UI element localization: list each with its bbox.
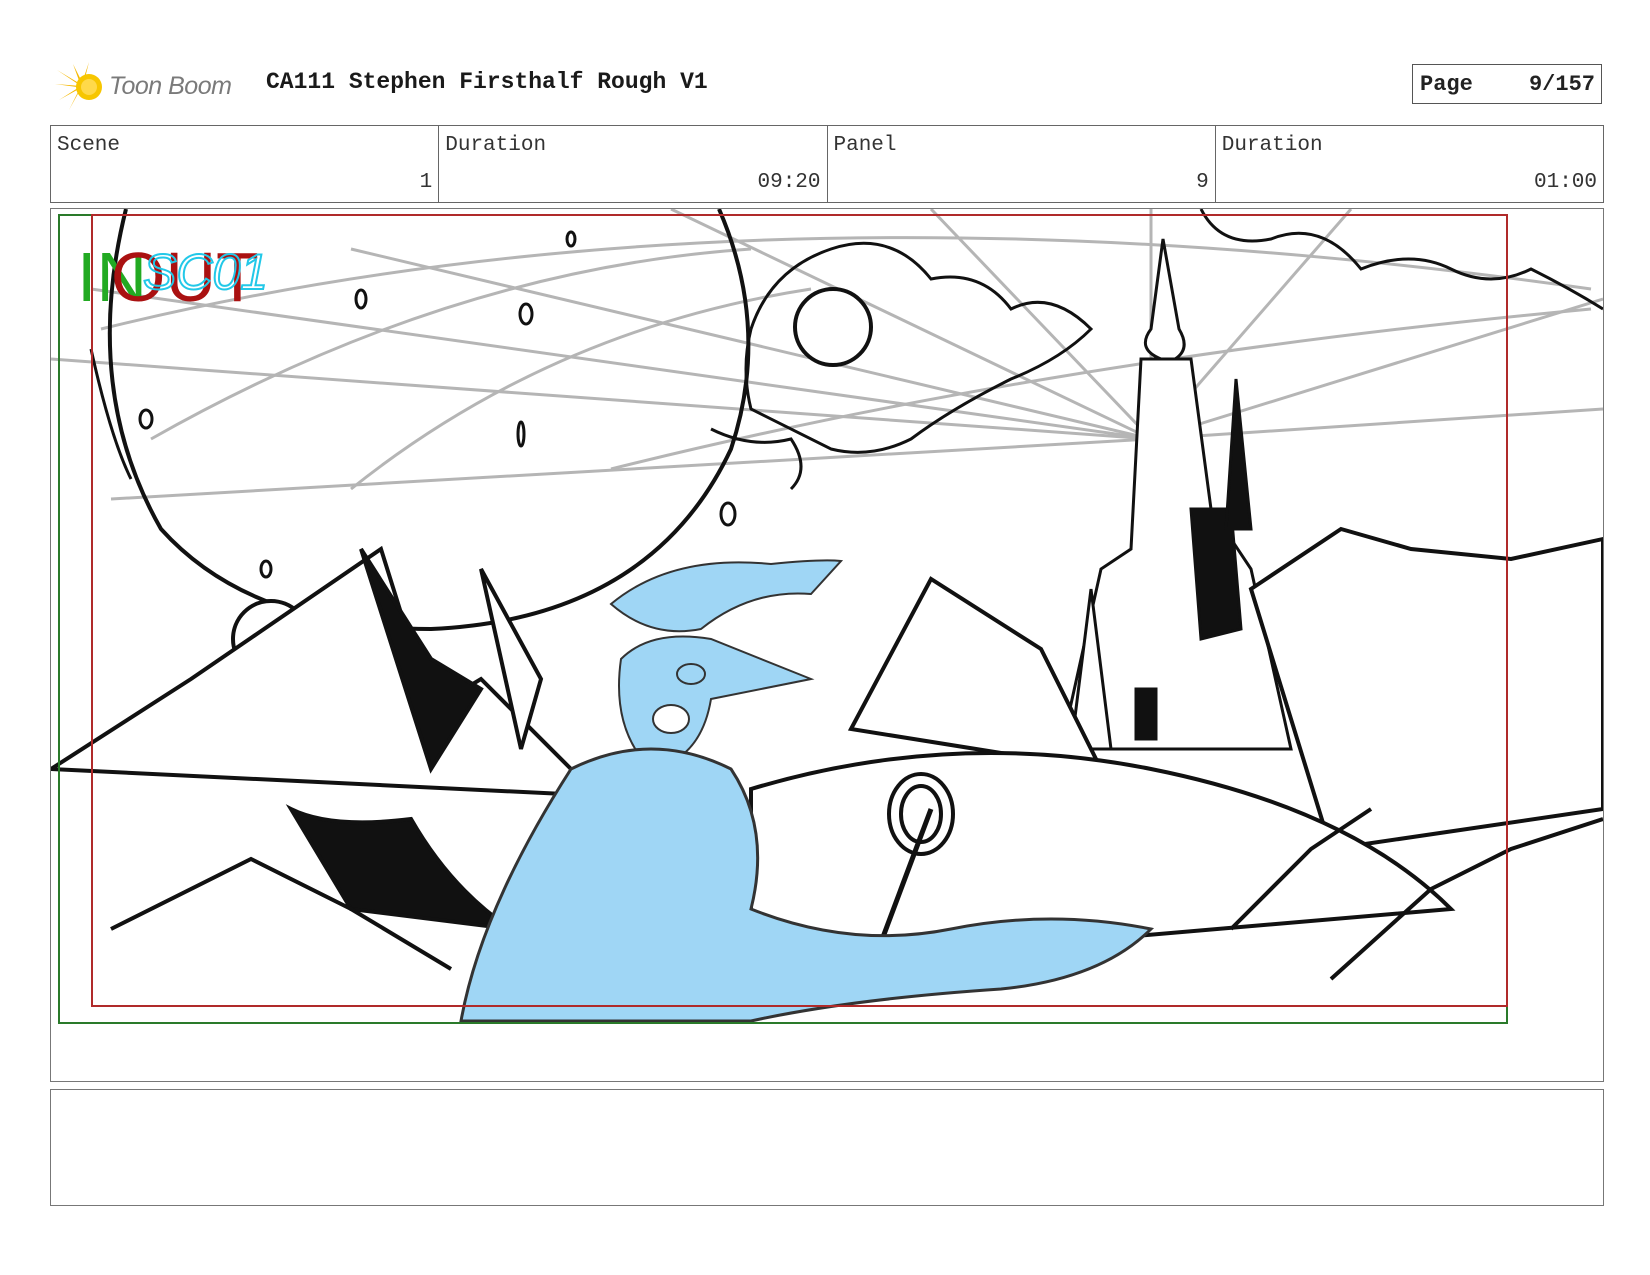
panel-duration-label: Duration: [1221, 134, 1323, 157]
scene-duration-value: 09:20: [757, 171, 821, 194]
panel-label: Panel: [833, 134, 897, 157]
scene-duration-cell: Duration 09:20: [439, 126, 828, 202]
page-number: 9/157: [1528, 72, 1595, 97]
panel-sketch: IN OUT SC01: [51, 209, 1603, 1024]
panel-notes: [50, 1089, 1604, 1206]
panel-value: 9: [1196, 171, 1209, 194]
scene-cell: Scene 1: [51, 126, 440, 202]
logo-text: Toon Boom: [109, 71, 232, 100]
panel-cell: Panel 9: [828, 126, 1216, 202]
mountains: [51, 526, 1603, 972]
panel-duration-cell: Duration 01:00: [1216, 126, 1603, 202]
storyboard-header: Toon Boom CA111 Stephen Firsthalf Rough …: [55, 55, 1610, 115]
page-label: Page: [1420, 72, 1473, 97]
page-indicator: Page 9/157: [1412, 64, 1602, 104]
toon-boom-logo: Toon Boom: [55, 60, 232, 112]
panel-frame: IN OUT SC01: [50, 208, 1604, 1082]
panel-info-row: Scene 1 Duration 09:20 Panel 9 Duration …: [50, 125, 1604, 203]
document-title: CA111 Stephen Firsthalf Rough V1: [266, 69, 708, 95]
panel-duration-value: 01:00: [1533, 171, 1597, 194]
scene-duration-label: Duration: [445, 134, 547, 157]
starburst-icon: [55, 62, 102, 110]
scene-label: Scene: [57, 134, 121, 157]
scene-value: 1: [419, 171, 433, 194]
scene-sketch-note: SC01: [143, 244, 268, 300]
